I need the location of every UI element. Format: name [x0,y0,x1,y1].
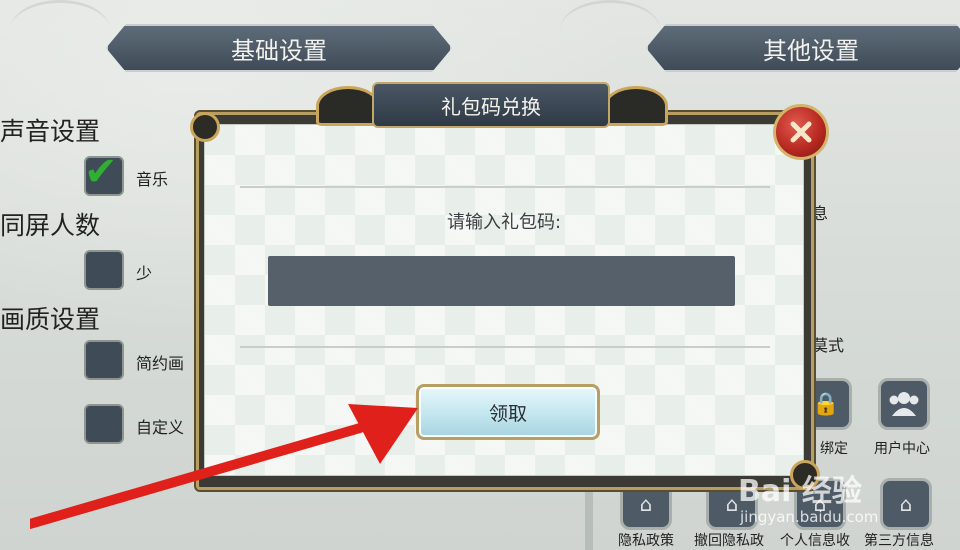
lock-icon: 🔒 [812,391,840,417]
home-icon: ⌂ [725,492,739,516]
crowd-settings-title: 同屏人数 [0,211,101,240]
home-icon: ⌂ [899,492,913,516]
personal-info-label: 个人信息收 [780,533,850,549]
divider [240,186,770,188]
privacy-policy-label: 隐私政策 [618,533,674,549]
crowd-low-checkbox[interactable] [84,250,124,290]
title-ornament-right-icon [604,86,668,126]
gift-code-prompt: 请输入礼包码: [446,212,562,233]
background-ornament [10,0,110,60]
title-ornament-left-icon [316,86,380,126]
user-center-label: 用户中心 [874,441,930,457]
third-party-info-tile[interactable]: ⌂ [880,478,932,530]
third-party-info-label: 第三方信息 [864,533,934,549]
divider [240,346,770,348]
quality-settings-title: 画质设置 [0,305,101,334]
background-ornament [560,0,660,60]
music-label: 音乐 [136,170,169,189]
users-icon [889,392,919,416]
user-center-tile[interactable] [878,378,930,430]
revoke-privacy-label: 撤回隐私政 [694,533,764,549]
sound-settings-title: 声音设置 [0,117,101,146]
corner-ornament-icon [190,112,220,142]
watermark-logo: Bai 经验 [738,474,862,509]
dialog-title: 礼包码兑换 [372,82,610,128]
annotation-arrow-icon [30,404,418,529]
crowd-low-label: 少 [136,264,153,283]
home-icon: ⌂ [639,492,653,516]
watermark-url: jingyan.baidu.com [740,508,879,526]
close-icon [790,121,812,143]
quality-simple-label: 简约画 [136,354,185,373]
bind-label: 绑定 [820,441,848,457]
tab-basic-settings[interactable]: 基础设置 [106,24,452,72]
quality-simple-checkbox[interactable] [84,340,124,380]
side-info-text: 息 [812,204,829,223]
claim-button[interactable]: 领取 [416,384,600,440]
gift-code-input[interactable] [268,256,735,306]
close-button[interactable] [773,104,829,160]
side-mode-text: 莫式 [812,336,845,355]
checkmark-icon: ✔ [84,149,118,195]
tab-other-settings[interactable]: 其他设置 [646,24,960,72]
